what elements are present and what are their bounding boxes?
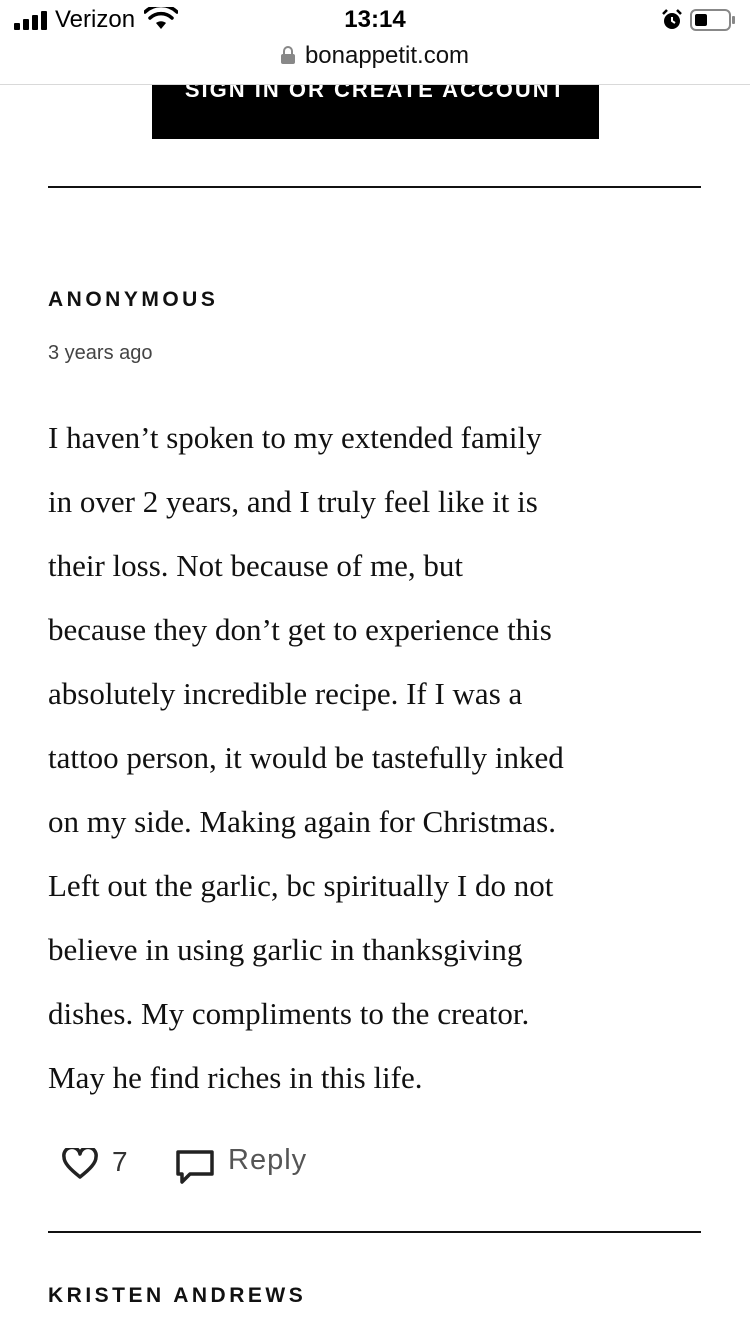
url-text: bonappetit.com xyxy=(304,42,470,69)
comment-line: May he find riches in this life. xyxy=(48,1060,423,1095)
comment-line: I haven’t spoken to my extended family xyxy=(48,420,542,455)
browser-url-bar[interactable]: bonappetit.com xyxy=(0,40,750,85)
alarm-icon xyxy=(662,9,682,29)
comment-line: in over 2 years, and I truly feel like i… xyxy=(48,484,538,519)
comment-actions: 7 Reply xyxy=(48,1138,708,1188)
section-divider xyxy=(48,186,701,188)
comment-line: because they don’t get to experience thi… xyxy=(48,612,552,647)
status-bar: Verizon 13:14 xyxy=(0,0,750,40)
reply-icon xyxy=(176,1150,214,1184)
comment-line: believe in using garlic in thanksgiving xyxy=(48,932,523,967)
reply-label: Reply xyxy=(228,1144,308,1176)
next-comment-author: KRISTEN ANDREWS xyxy=(48,1284,307,1307)
comment-line: on my side. Making again for Christmas. xyxy=(48,804,556,839)
sign-in-label: SIGN IN OR CREATE ACCOUNT xyxy=(184,85,567,102)
comment-body: I haven’t spoken to my extended family i… xyxy=(48,406,713,1110)
comment-line: absolutely incredible recipe. If I was a xyxy=(48,676,523,711)
sign-in-button[interactable]: SIGN IN OR CREATE ACCOUNT xyxy=(152,85,599,139)
status-time: 13:14 xyxy=(344,6,406,33)
comment-timestamp: 3 years ago xyxy=(48,342,153,364)
like-button[interactable]: 7 xyxy=(62,1144,142,1184)
comment-line: tattoo person, it would be tastefully in… xyxy=(48,740,564,775)
reply-button[interactable]: Reply xyxy=(176,1144,326,1184)
comment-line: their loss. Not because of me, but xyxy=(48,548,463,583)
lock-icon xyxy=(280,46,295,64)
comment-line: dishes. My compliments to the creator. xyxy=(48,996,530,1031)
comment-line: Left out the garlic, bc spiritually I do… xyxy=(48,868,554,903)
like-count: 7 xyxy=(112,1146,128,1177)
battery-icon xyxy=(690,9,735,31)
section-divider xyxy=(48,1231,701,1233)
comment-author: ANONYMOUS xyxy=(48,288,219,311)
heart-icon xyxy=(62,1148,98,1179)
